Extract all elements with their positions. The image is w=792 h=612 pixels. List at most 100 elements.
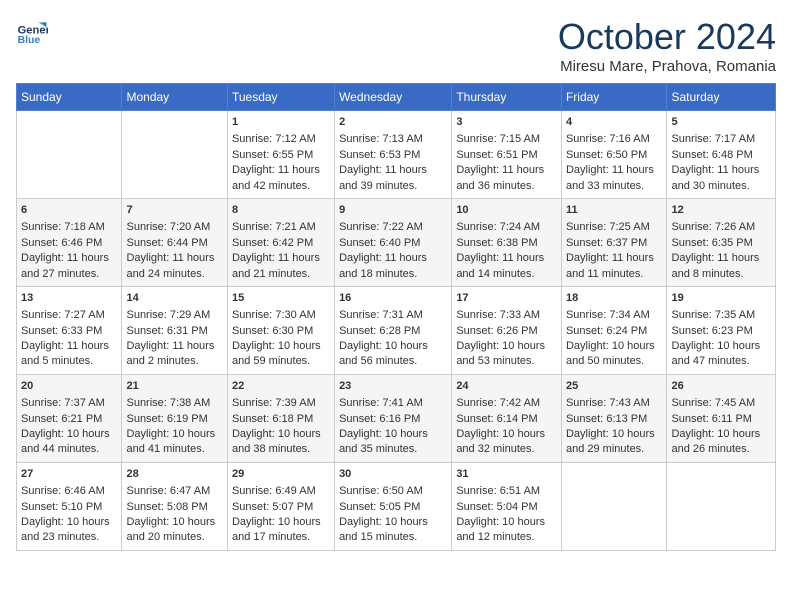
sunset-text: Sunset: 5:05 PM <box>339 500 447 515</box>
day-header-wednesday: Wednesday <box>335 84 452 111</box>
daylight-text: Daylight: 11 hours and 27 minutes. <box>21 251 117 282</box>
day-number: 18 <box>566 291 662 306</box>
day-number: 6 <box>21 203 117 218</box>
calendar-cell: 3Sunrise: 7:15 AMSunset: 6:51 PMDaylight… <box>452 111 562 199</box>
sunrise-text: Sunrise: 7:42 AM <box>456 396 557 411</box>
sunrise-text: Sunrise: 7:13 AM <box>339 132 447 147</box>
day-header-thursday: Thursday <box>452 84 562 111</box>
sunrise-text: Sunrise: 7:33 AM <box>456 308 557 323</box>
day-header-tuesday: Tuesday <box>227 84 334 111</box>
sunset-text: Sunset: 6:50 PM <box>566 148 662 163</box>
day-number: 25 <box>566 379 662 394</box>
calendar-cell: 30Sunrise: 6:50 AMSunset: 5:05 PMDayligh… <box>335 462 452 550</box>
sunset-text: Sunset: 6:24 PM <box>566 324 662 339</box>
calendar-cell: 6Sunrise: 7:18 AMSunset: 6:46 PMDaylight… <box>17 198 122 286</box>
sunrise-text: Sunrise: 7:24 AM <box>456 220 557 235</box>
daylight-text: Daylight: 11 hours and 24 minutes. <box>126 251 222 282</box>
sunset-text: Sunset: 6:16 PM <box>339 412 447 427</box>
daylight-text: Daylight: 10 hours and 20 minutes. <box>126 515 222 546</box>
title-block: October 2024 Miresu Mare, Prahova, Roman… <box>558 16 776 75</box>
svg-text:Blue: Blue <box>18 35 41 46</box>
sunrise-text: Sunrise: 7:38 AM <box>126 396 222 411</box>
daylight-text: Daylight: 10 hours and 32 minutes. <box>456 427 557 458</box>
sunrise-text: Sunrise: 7:45 AM <box>671 396 771 411</box>
daylight-text: Daylight: 11 hours and 18 minutes. <box>339 251 447 282</box>
calendar-cell: 29Sunrise: 6:49 AMSunset: 5:07 PMDayligh… <box>227 462 334 550</box>
sunset-text: Sunset: 6:40 PM <box>339 236 447 251</box>
sunset-text: Sunset: 5:10 PM <box>21 500 117 515</box>
sunset-text: Sunset: 6:30 PM <box>232 324 330 339</box>
calendar-cell: 10Sunrise: 7:24 AMSunset: 6:38 PMDayligh… <box>452 198 562 286</box>
calendar-cell: 5Sunrise: 7:17 AMSunset: 6:48 PMDaylight… <box>667 111 776 199</box>
calendar-cell: 23Sunrise: 7:41 AMSunset: 6:16 PMDayligh… <box>335 374 452 462</box>
day-number: 29 <box>232 467 330 482</box>
daylight-text: Daylight: 11 hours and 39 minutes. <box>339 163 447 194</box>
day-number: 2 <box>339 115 447 130</box>
sunrise-text: Sunrise: 7:18 AM <box>21 220 117 235</box>
sunrise-text: Sunrise: 7:20 AM <box>126 220 222 235</box>
day-number: 5 <box>671 115 771 130</box>
sunset-text: Sunset: 6:38 PM <box>456 236 557 251</box>
day-number: 15 <box>232 291 330 306</box>
sunset-text: Sunset: 6:18 PM <box>232 412 330 427</box>
daylight-text: Daylight: 11 hours and 8 minutes. <box>671 251 771 282</box>
daylight-text: Daylight: 10 hours and 29 minutes. <box>566 427 662 458</box>
day-header-monday: Monday <box>122 84 227 111</box>
calendar-cell: 26Sunrise: 7:45 AMSunset: 6:11 PMDayligh… <box>667 374 776 462</box>
sunset-text: Sunset: 6:44 PM <box>126 236 222 251</box>
sunrise-text: Sunrise: 7:16 AM <box>566 132 662 147</box>
day-number: 3 <box>456 115 557 130</box>
daylight-text: Daylight: 10 hours and 23 minutes. <box>21 515 117 546</box>
daylight-text: Daylight: 11 hours and 30 minutes. <box>671 163 771 194</box>
sunset-text: Sunset: 6:26 PM <box>456 324 557 339</box>
calendar-body: 1Sunrise: 7:12 AMSunset: 6:55 PMDaylight… <box>17 111 776 551</box>
day-header-sunday: Sunday <box>17 84 122 111</box>
calendar-cell: 9Sunrise: 7:22 AMSunset: 6:40 PMDaylight… <box>335 198 452 286</box>
calendar-cell <box>122 111 227 199</box>
calendar-cell: 27Sunrise: 6:46 AMSunset: 5:10 PMDayligh… <box>17 462 122 550</box>
sunset-text: Sunset: 6:35 PM <box>671 236 771 251</box>
day-number: 24 <box>456 379 557 394</box>
day-number: 16 <box>339 291 447 306</box>
calendar-cell: 21Sunrise: 7:38 AMSunset: 6:19 PMDayligh… <box>122 374 227 462</box>
sunset-text: Sunset: 6:28 PM <box>339 324 447 339</box>
daylight-text: Daylight: 10 hours and 53 minutes. <box>456 339 557 370</box>
day-number: 4 <box>566 115 662 130</box>
sunrise-text: Sunrise: 6:49 AM <box>232 484 330 499</box>
daylight-text: Daylight: 10 hours and 59 minutes. <box>232 339 330 370</box>
sunrise-text: Sunrise: 7:21 AM <box>232 220 330 235</box>
daylight-text: Daylight: 11 hours and 2 minutes. <box>126 339 222 370</box>
sunrise-text: Sunrise: 7:41 AM <box>339 396 447 411</box>
sunrise-text: Sunrise: 7:39 AM <box>232 396 330 411</box>
sunset-text: Sunset: 6:33 PM <box>21 324 117 339</box>
sunrise-text: Sunrise: 7:30 AM <box>232 308 330 323</box>
calendar-cell: 18Sunrise: 7:34 AMSunset: 6:24 PMDayligh… <box>561 286 666 374</box>
calendar-cell: 1Sunrise: 7:12 AMSunset: 6:55 PMDaylight… <box>227 111 334 199</box>
daylight-text: Daylight: 11 hours and 33 minutes. <box>566 163 662 194</box>
daylight-text: Daylight: 11 hours and 42 minutes. <box>232 163 330 194</box>
daylight-text: Daylight: 10 hours and 41 minutes. <box>126 427 222 458</box>
day-number: 31 <box>456 467 557 482</box>
sunrise-text: Sunrise: 7:26 AM <box>671 220 771 235</box>
sunrise-text: Sunrise: 6:47 AM <box>126 484 222 499</box>
daylight-text: Daylight: 10 hours and 26 minutes. <box>671 427 771 458</box>
sunrise-text: Sunrise: 6:51 AM <box>456 484 557 499</box>
sunset-text: Sunset: 6:55 PM <box>232 148 330 163</box>
day-number: 27 <box>21 467 117 482</box>
day-number: 22 <box>232 379 330 394</box>
day-number: 23 <box>339 379 447 394</box>
sunrise-text: Sunrise: 7:37 AM <box>21 396 117 411</box>
daylight-text: Daylight: 10 hours and 38 minutes. <box>232 427 330 458</box>
sunrise-text: Sunrise: 7:29 AM <box>126 308 222 323</box>
calendar-cell: 31Sunrise: 6:51 AMSunset: 5:04 PMDayligh… <box>452 462 562 550</box>
day-number: 21 <box>126 379 222 394</box>
location: Miresu Mare, Prahova, Romania <box>558 58 776 75</box>
day-number: 7 <box>126 203 222 218</box>
sunset-text: Sunset: 6:11 PM <box>671 412 771 427</box>
sunset-text: Sunset: 5:07 PM <box>232 500 330 515</box>
sunrise-text: Sunrise: 7:35 AM <box>671 308 771 323</box>
day-number: 1 <box>232 115 330 130</box>
sunrise-text: Sunrise: 7:34 AM <box>566 308 662 323</box>
day-header-saturday: Saturday <box>667 84 776 111</box>
daylight-text: Daylight: 11 hours and 21 minutes. <box>232 251 330 282</box>
